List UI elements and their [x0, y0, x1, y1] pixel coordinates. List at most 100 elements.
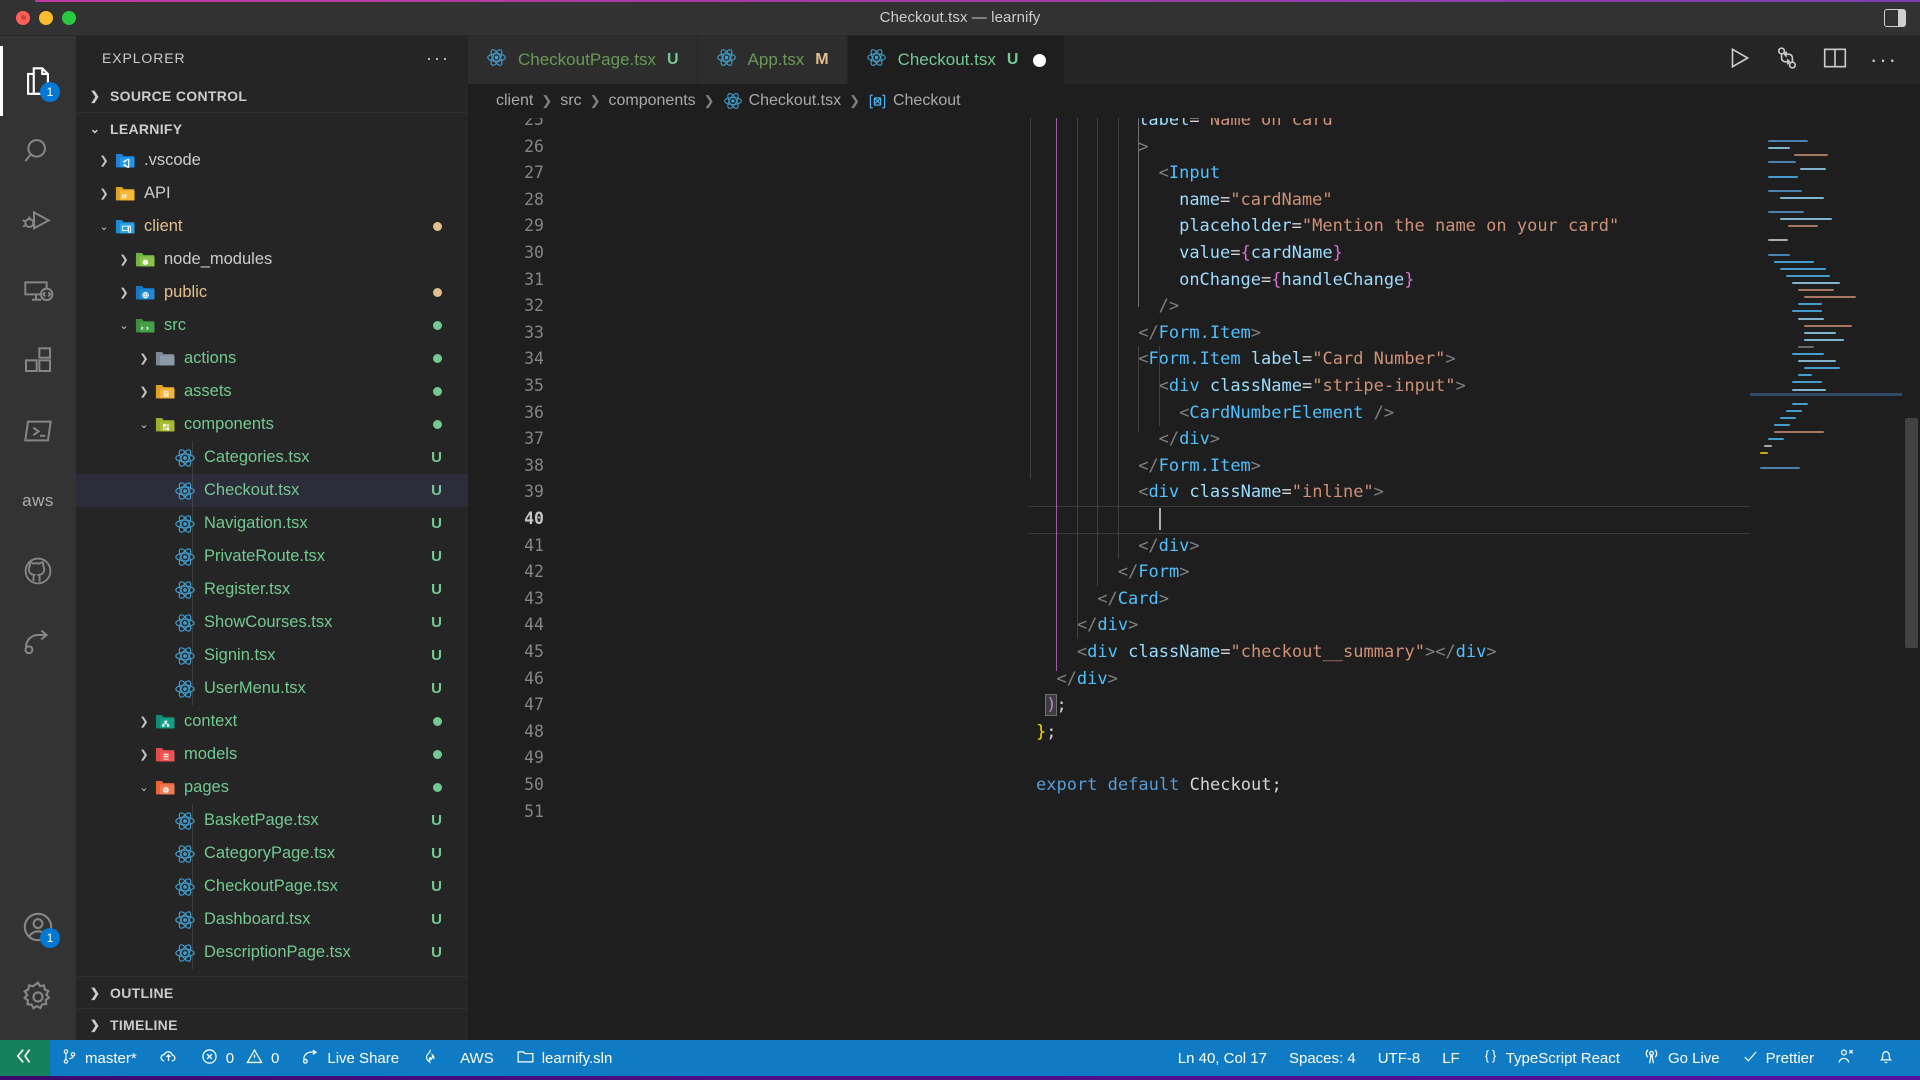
close-window-button[interactable] — [16, 10, 30, 25]
tab-app[interactable]: App.tsx M — [697, 36, 848, 84]
editor-actions[interactable]: ··· — [1704, 36, 1920, 84]
code-line-44[interactable]: </div> — [1077, 612, 1138, 639]
chevron-right-icon[interactable]: ❯ — [134, 715, 154, 728]
git-compare-icon[interactable] — [1774, 45, 1800, 76]
chevron-down-icon[interactable]: ⌄ — [114, 319, 134, 332]
status-solution[interactable]: learnify.sln — [505, 1040, 624, 1076]
code-line-50[interactable]: export default Checkout; — [1036, 772, 1282, 799]
activity-settings[interactable] — [0, 962, 76, 1032]
status-language-mode[interactable]: TypeScript React — [1471, 1040, 1631, 1076]
code-line-45[interactable]: <div className="checkout__summary"></div… — [1077, 639, 1497, 666]
tree-item-basketpage-tsx[interactable]: BasketPage.tsx U — [76, 804, 468, 837]
chevron-right-icon[interactable]: ❯ — [94, 154, 114, 167]
minimize-window-button[interactable] — [39, 10, 53, 25]
status-right-group[interactable]: Ln 40, Col 17 Spaces: 4 UTF-8 LF TypeScript … — [1167, 1040, 1920, 1076]
sidebar-section-learnify[interactable]: ⌄ LEARNIFY — [76, 112, 468, 144]
status-remote-profile[interactable] — [1825, 1040, 1866, 1076]
status-left-group[interactable]: master* 0 0 Live Share AWS learnify.sln — [50, 1040, 623, 1076]
play-icon[interactable] — [1726, 45, 1752, 76]
tree-item-categorypage-tsx[interactable]: CategoryPage.tsx U — [76, 837, 468, 870]
tab-checkout[interactable]: Checkout.tsx U — [847, 36, 1066, 84]
tree-item-public[interactable]: ❯ public — [76, 276, 468, 309]
activity-extensions[interactable] — [0, 326, 76, 396]
status-indentation[interactable]: Spaces: 4 — [1278, 1040, 1367, 1076]
activity-search[interactable] — [0, 116, 76, 186]
zoom-window-button[interactable] — [62, 10, 76, 25]
activity-github[interactable] — [0, 536, 76, 606]
editor-scrollbar[interactable] — [1902, 118, 1920, 1040]
breadcrumb-item[interactable]: src — [560, 92, 581, 110]
tree-item-actions[interactable]: ❯ actions — [76, 342, 468, 375]
chevron-right-icon[interactable]: ❯ — [94, 187, 114, 200]
code-editor[interactable]: 25 label="Name on card" 26 >27 <Input 28 name=… — [468, 118, 1920, 1040]
titlebar-actions[interactable] — [1884, 8, 1920, 27]
activity-live-share[interactable] — [0, 606, 76, 676]
code-line-34[interactable]: <Form.Item label="Card Number"> — [1138, 346, 1455, 373]
tree-item-register-tsx[interactable]: Register.tsx U — [76, 573, 468, 606]
file-tree[interactable]: ❯ .vscode ❯ API ⌄ client ❯ node_modules ❯ public ⌄… — [76, 144, 468, 976]
tab-checkoutpage[interactable]: CheckoutPage.tsx U — [468, 36, 698, 84]
status-live-share[interactable]: Live Share — [290, 1040, 410, 1076]
status-aws[interactable]: AWS — [449, 1040, 505, 1076]
editor-tabs[interactable]: CheckoutPage.tsx U App.tsx M Checkout.tsx U — [468, 36, 1920, 84]
code-line-28[interactable]: name="cardName" — [1179, 187, 1333, 214]
activity-terminal[interactable] — [0, 396, 76, 466]
code-line-35[interactable]: <div className="stripe-input"> — [1159, 373, 1466, 400]
tree-item-components[interactable]: ⌄ components — [76, 408, 468, 441]
tree-item-showcourses-tsx[interactable]: ShowCourses.tsx U — [76, 606, 468, 639]
code-line-30[interactable]: value={cardName} — [1179, 240, 1343, 267]
chevron-right-icon[interactable]: ❯ — [134, 352, 154, 365]
editor-layout-icon[interactable] — [1884, 8, 1906, 27]
code-line-41[interactable]: </div> — [1138, 533, 1199, 560]
scrollbar-thumb[interactable] — [1905, 418, 1918, 648]
status-remote-button[interactable] — [0, 1040, 50, 1076]
chevron-down-icon[interactable]: ⌄ — [134, 781, 154, 794]
status-sync[interactable] — [148, 1040, 189, 1076]
code-line-47[interactable]: ); — [1045, 692, 1067, 719]
code-line-36[interactable]: <CardNumberElement /> — [1179, 400, 1394, 427]
code-line-42[interactable]: </Form> — [1118, 559, 1190, 586]
code-line-31[interactable]: onChange={handleChange} — [1179, 267, 1414, 294]
code-line-43[interactable]: </Card> — [1097, 586, 1169, 613]
traffic-lights[interactable] — [0, 10, 76, 25]
tree-item-usermenu-tsx[interactable]: UserMenu.tsx U — [76, 672, 468, 705]
status-flame[interactable] — [410, 1040, 449, 1076]
activity-remote-explorer[interactable] — [0, 256, 76, 326]
activity-aws[interactable]: aws — [0, 466, 76, 536]
tree-item-descriptionpage-tsx[interactable]: DescriptionPage.tsx U — [76, 936, 468, 969]
tree-item-api[interactable]: ❯ API — [76, 177, 468, 210]
breadcrumb[interactable]: client ❯ src ❯ components ❯ Checkout.tsx ❯ Check… — [468, 84, 1920, 118]
sidebar-section-timeline[interactable]: ❯ TIMELINE — [76, 1008, 468, 1040]
chevron-down-icon[interactable]: ⌄ — [134, 418, 154, 431]
code-line-29[interactable]: placeholder="Mention the name on your ca… — [1179, 213, 1619, 240]
tree-item-checkout-tsx[interactable]: Checkout.tsx U — [76, 474, 468, 507]
tree-item-models[interactable]: ❯ models — [76, 738, 468, 771]
breadcrumb-item[interactable]: Checkout — [868, 92, 961, 111]
status-cursor-position[interactable]: Ln 40, Col 17 — [1167, 1040, 1278, 1076]
code-line-26[interactable]: > — [1138, 134, 1148, 161]
chevron-down-icon[interactable]: ⌄ — [94, 220, 114, 233]
code-line-27[interactable]: <Input — [1159, 160, 1220, 187]
tree-item-categories-tsx[interactable]: Categories.tsx U — [76, 441, 468, 474]
breadcrumb-item[interactable]: components — [609, 92, 696, 110]
chevron-right-icon[interactable]: ❯ — [134, 748, 154, 761]
status-eol[interactable]: LF — [1431, 1040, 1471, 1076]
code-line-37[interactable]: </div> — [1159, 426, 1220, 453]
code-line-39[interactable]: <div className="inline"> — [1138, 479, 1384, 506]
code-surface[interactable]: 25 label="Name on card" 26 >27 <Input 28 name=… — [468, 118, 1920, 1040]
tree-item-navigation-tsx[interactable]: Navigation.tsx U — [76, 507, 468, 540]
chevron-right-icon[interactable]: ❯ — [114, 253, 134, 266]
status-problems[interactable]: 00 — [189, 1040, 291, 1076]
chevron-right-icon[interactable]: ❯ — [134, 385, 154, 398]
status-notifications[interactable] — [1866, 1040, 1906, 1076]
code-line-48[interactable]: }; — [1036, 719, 1057, 746]
tree-item--vscode[interactable]: ❯ .vscode — [76, 144, 468, 177]
tree-item-context[interactable]: ❯ context — [76, 705, 468, 738]
chevron-right-icon[interactable]: ❯ — [114, 286, 134, 299]
activity-explorer[interactable]: 1 — [0, 46, 76, 116]
status-branch[interactable]: master* — [50, 1040, 148, 1076]
tree-item-client[interactable]: ⌄ client — [76, 210, 468, 243]
tree-item-src[interactable]: ⌄ src — [76, 309, 468, 342]
code-line-38[interactable]: </Form.Item> — [1138, 453, 1261, 480]
tree-item-signin-tsx[interactable]: Signin.tsx U — [76, 639, 468, 672]
